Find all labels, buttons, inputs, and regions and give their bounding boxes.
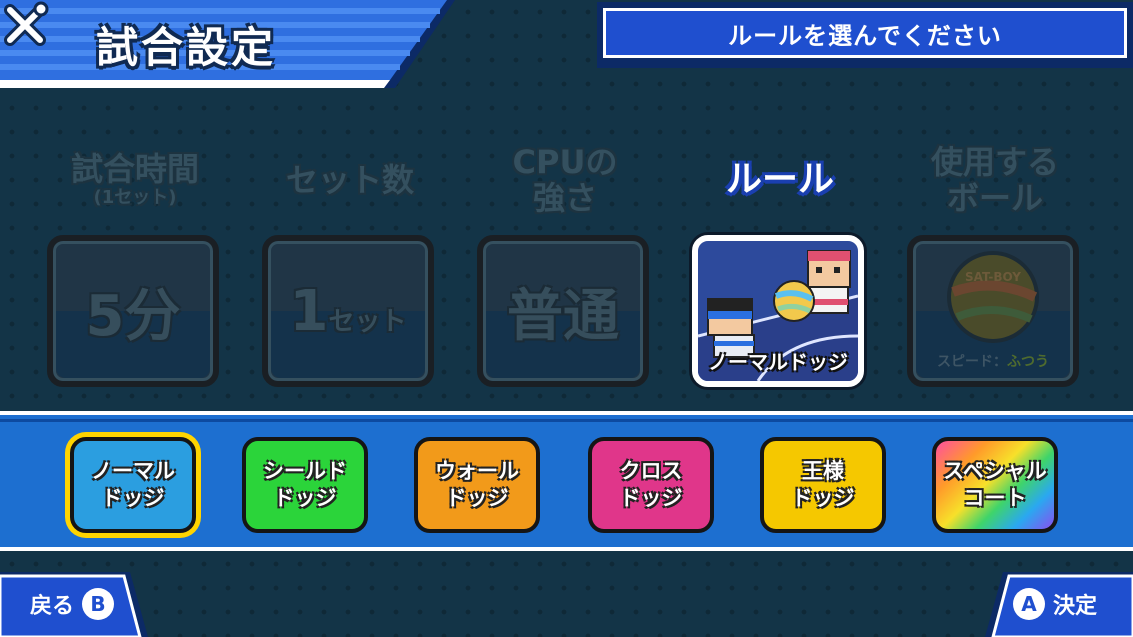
- cpu-strength-label-line2: 強さ: [532, 179, 597, 217]
- ball-icon: SAT-BOY: [947, 251, 1039, 343]
- setting-label: CPUの 強さ: [475, 140, 655, 220]
- rule-button-normal-dodge[interactable]: ノーマル ドッジ: [70, 437, 196, 533]
- rule-preview-caption: ノーマルドッジ: [708, 350, 848, 374]
- rule-button-shield-dodge[interactable]: シールド ドッジ: [242, 437, 368, 533]
- match-time-label: 試合時間: [70, 150, 199, 188]
- set-count-label: セット数: [285, 161, 414, 199]
- setting-match-time[interactable]: 試合時間 (1セット) 5分: [45, 140, 225, 387]
- ball-label-line1: 使用する: [930, 143, 1059, 181]
- ball-speed-caption: スピード：ふつう: [937, 354, 1049, 370]
- confirm-button[interactable]: A 決定: [983, 572, 1133, 637]
- setting-rule[interactable]: ルール ノーマルドッジ: [690, 140, 870, 387]
- setting-label: 使用する ボール: [905, 140, 1085, 220]
- match-time-value-box[interactable]: 5分: [47, 235, 219, 387]
- title-banner: 試合設定: [0, 0, 470, 88]
- rule-button-wall-dodge[interactable]: ウォール ドッジ: [414, 437, 540, 533]
- page-title: 試合設定: [96, 23, 277, 72]
- rule-preview-box[interactable]: ノーマルドッジ: [692, 235, 864, 387]
- setting-set-count[interactable]: セット数 1セット: [260, 140, 440, 387]
- b-key-icon: B: [82, 588, 115, 620]
- rule-button-king-dodge[interactable]: 王様 ドッジ: [760, 437, 886, 533]
- instruction-box: ルールを選んでください: [597, 2, 1133, 68]
- instruction-text: ルールを選んでください: [603, 8, 1127, 58]
- ball-label-line2: ボール: [946, 179, 1043, 217]
- cpu-strength-value-box[interactable]: 普通: [477, 235, 649, 387]
- set-count-value-box[interactable]: 1セット: [262, 235, 434, 387]
- a-key-icon: A: [1013, 588, 1045, 620]
- set-count-value: 1セット: [289, 278, 407, 344]
- setting-ball[interactable]: 使用する ボール SAT-BOY スピード：ふつう: [905, 140, 1085, 387]
- match-time-value: 5分: [85, 283, 181, 349]
- tools-icon: [4, 1, 49, 46]
- setting-label: ルール: [690, 140, 870, 220]
- ball-logo-text: SAT-BOY: [965, 270, 1021, 284]
- setting-cpu-strength[interactable]: CPUの 強さ 普通: [475, 140, 655, 387]
- ball-value-box[interactable]: SAT-BOY スピード：ふつう: [907, 235, 1079, 387]
- rule-selection-strip: ノーマル ドッジ シールド ドッジ ウォール ドッジ クロス ドッジ 王様 ドッジ スペシ…: [0, 411, 1133, 551]
- back-button[interactable]: 戻る B: [0, 572, 150, 637]
- rule-label: ルール: [725, 159, 834, 200]
- setting-label: 試合時間 (1セット): [45, 140, 225, 220]
- match-time-sublabel: (1セット): [93, 187, 177, 208]
- back-label: 戻る: [30, 594, 75, 619]
- cpu-strength-label-line1: CPUの: [512, 143, 618, 181]
- rule-button-special-court[interactable]: スペシャル コート: [932, 437, 1058, 533]
- rule-button-cross-dodge[interactable]: クロス ドッジ: [588, 437, 714, 533]
- confirm-label: 決定: [1053, 594, 1098, 619]
- cpu-strength-value: 普通: [507, 283, 619, 349]
- setting-label: セット数: [260, 140, 440, 220]
